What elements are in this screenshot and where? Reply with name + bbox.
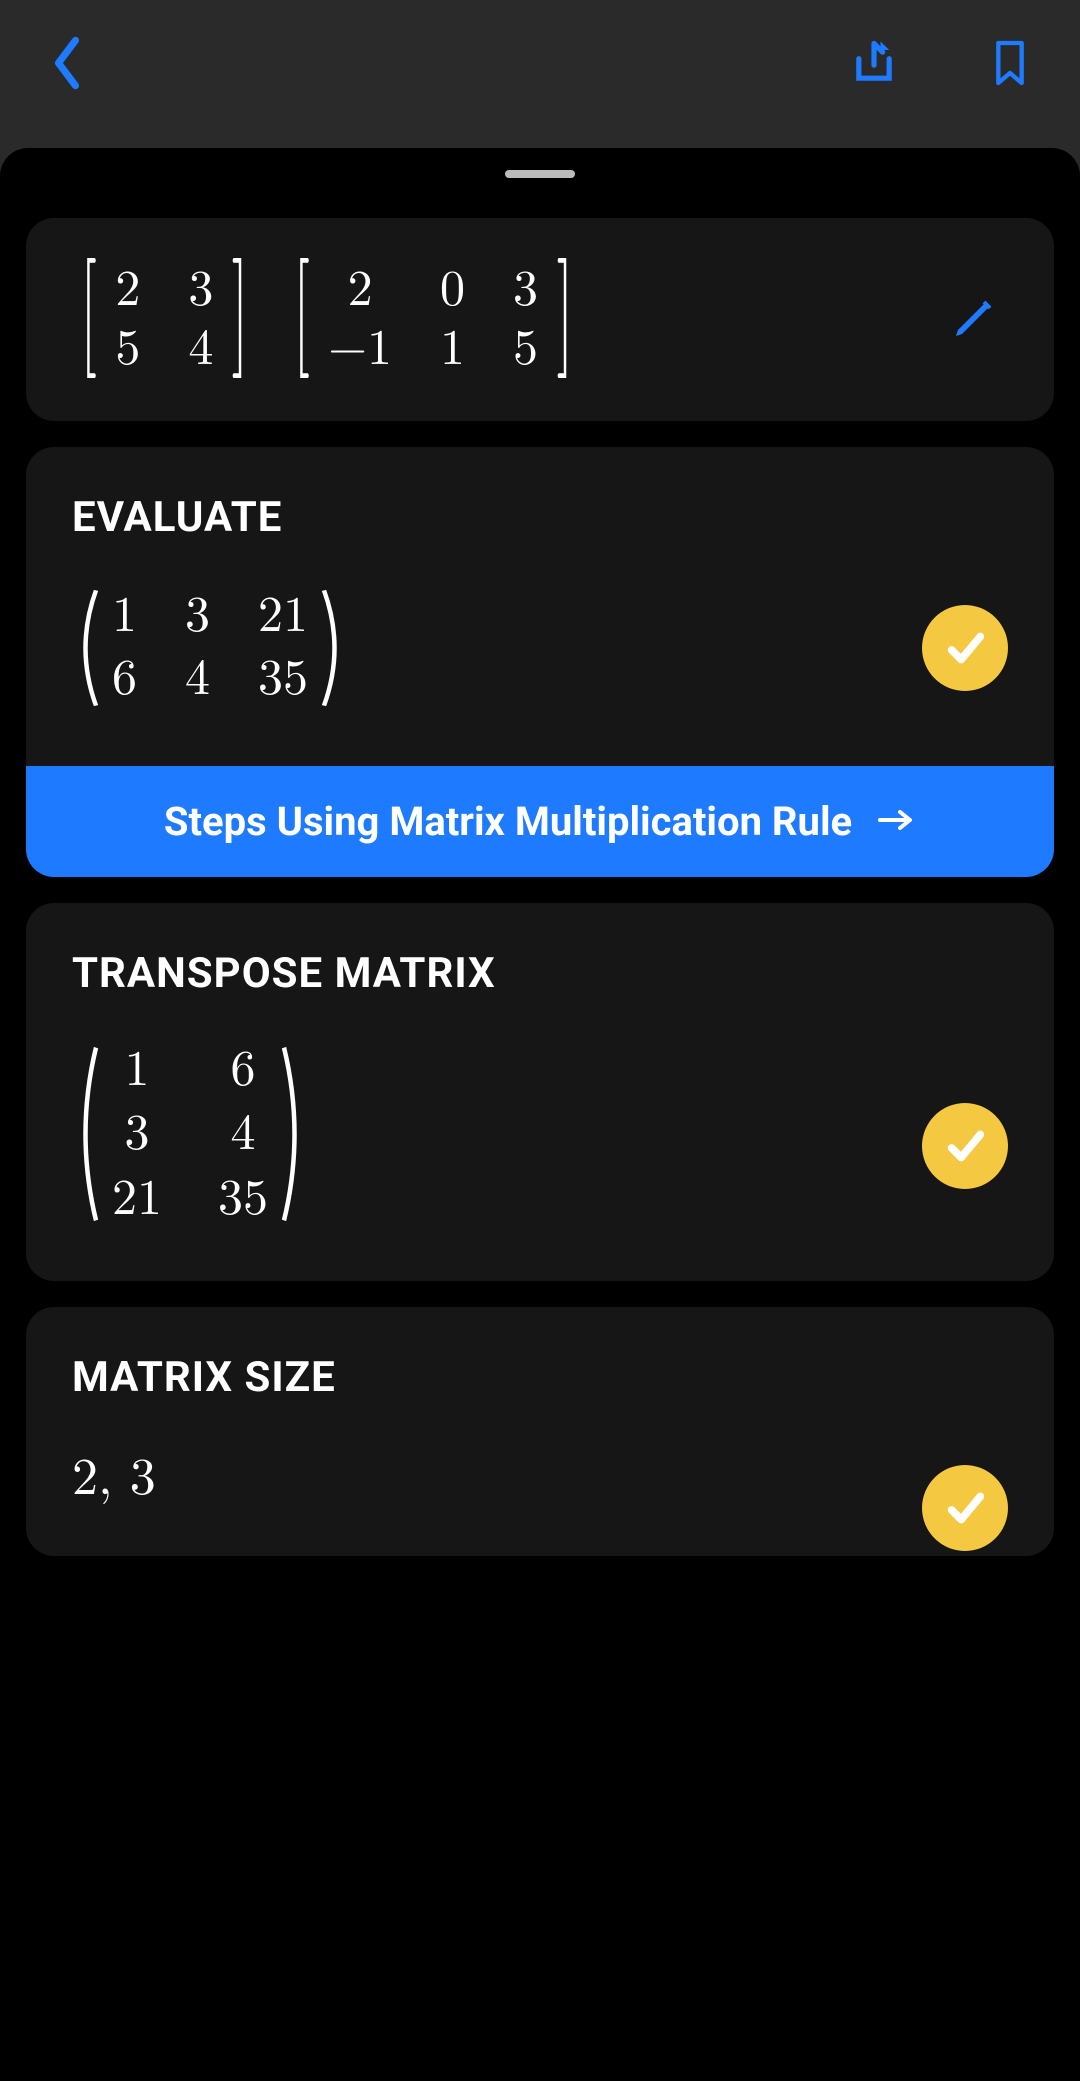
top-bar <box>0 0 1080 130</box>
matrix-cell: 6 <box>231 1044 256 1097</box>
evaluate-result: 1 3 21 6 4 35 <box>72 588 1008 720</box>
sheet-grabber[interactable] <box>505 170 575 178</box>
matrix-cell: 3 <box>185 590 210 643</box>
steps-label: Steps Using Matrix Multiplication Rule <box>164 798 852 845</box>
share-button[interactable] <box>848 37 900 93</box>
matrix-cell: 3 <box>188 264 213 317</box>
back-button[interactable] <box>50 34 84 96</box>
transpose-result: 1 6 3 4 21 35 <box>72 1044 1008 1236</box>
matrix-size-card: MATRIX SIZE 2, 3 <box>26 1307 1054 1556</box>
matrix-cell: 6 <box>112 653 137 706</box>
expression-card: [ 2 3 5 4 ] [ 2 0 <box>26 218 1054 421</box>
matrix-cell: −1 <box>328 323 392 376</box>
matrix-cell: 2 <box>115 264 140 317</box>
matrix-cell: 21 <box>258 590 308 643</box>
matrix-cell: 5 <box>115 323 140 376</box>
evaluate-title: EVALUATE <box>72 493 1008 542</box>
verified-badge[interactable] <box>922 1465 1008 1551</box>
evaluate-card: EVALUATE 1 3 21 6 4 35 <box>26 447 1054 877</box>
top-bar-actions <box>848 37 1030 93</box>
matrix-cell: 1 <box>440 323 465 376</box>
size-title: MATRIX SIZE <box>72 1353 1008 1402</box>
matrix-cell: 4 <box>188 323 213 376</box>
results-sheet: [ 2 3 5 4 ] [ 2 0 <box>0 148 1080 2081</box>
matrix-cell: 35 <box>258 653 308 706</box>
matrix-cell: 3 <box>513 264 538 317</box>
matrix-cell: 4 <box>185 653 210 706</box>
bookmark-button[interactable] <box>990 37 1030 93</box>
transpose-title: TRANSPOSE MATRIX <box>72 949 1008 998</box>
transpose-card: TRANSPOSE MATRIX 1 6 3 4 21 35 <box>26 903 1054 1282</box>
arrow-right-icon <box>876 798 916 845</box>
matrix-cell: 21 <box>112 1173 162 1226</box>
matrix-cell: 1 <box>125 1044 150 1097</box>
matrix-cell: 3 <box>125 1108 150 1161</box>
input-expression: [ 2 3 5 4 ] [ 2 0 <box>72 264 1008 375</box>
matrix-cell: 4 <box>231 1108 256 1161</box>
show-steps-button[interactable]: Steps Using Matrix Multiplication Rule <box>26 766 1054 877</box>
matrix-cell: 0 <box>440 264 465 317</box>
edit-button[interactable] <box>950 294 998 346</box>
matrix-size-value: 2, 3 <box>72 1448 1008 1510</box>
matrix-cell: 5 <box>513 323 538 376</box>
matrix-cell: 1 <box>112 590 137 643</box>
verified-badge[interactable] <box>922 1103 1008 1189</box>
matrix-cell: 2 <box>348 264 373 317</box>
matrix-cell: 35 <box>218 1173 268 1226</box>
verified-badge[interactable] <box>922 605 1008 691</box>
